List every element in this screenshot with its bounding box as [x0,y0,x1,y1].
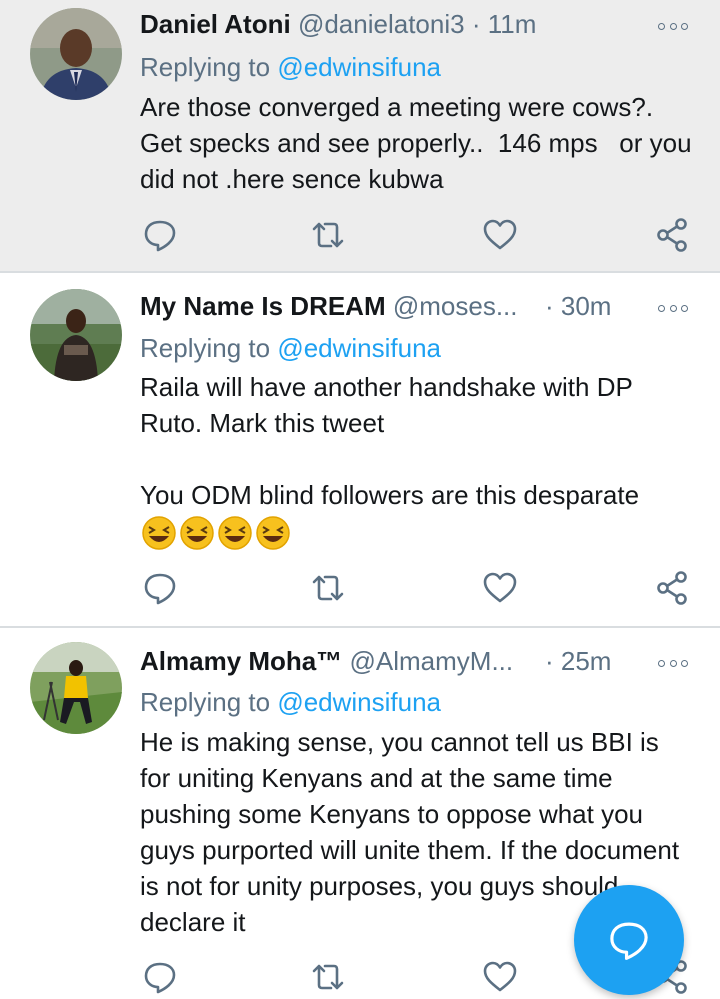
tweet-text: Raila will have another handshake with D… [140,372,640,510]
replying-to: Replying to @edwinsifuna [140,330,441,366]
retweet-icon[interactable] [310,217,346,253]
replying-prefix: Replying to [140,52,278,82]
tweet-actions [140,217,700,253]
tweet-2[interactable]: My Name Is DREAM @moses... · 30m Replyin… [0,273,720,626]
mention-link[interactable]: @edwinsifuna [277,687,441,717]
more-options-icon[interactable] [658,19,688,33]
tweet-1[interactable]: Daniel Atoni @danielatoni3 · 11m Replyin… [0,0,720,271]
timestamp[interactable]: · 11m [472,9,537,39]
replying-to: Replying to @edwinsifuna [140,49,441,85]
heart-icon[interactable] [482,959,518,995]
user-handle[interactable]: @moses... [393,291,518,321]
tweet-actions [140,570,700,606]
user-handle[interactable]: @danielatoni3 [298,9,465,39]
timestamp[interactable]: · 25m [545,643,611,679]
display-name[interactable]: Daniel Atoni [140,9,291,39]
replying-prefix: Replying to [140,687,278,717]
share-icon[interactable] [654,217,690,253]
heart-icon[interactable] [482,570,518,606]
share-icon[interactable] [654,570,690,606]
heart-icon[interactable] [482,217,518,253]
timestamp[interactable]: · 30m [545,288,611,324]
compose-reply-icon [610,922,648,960]
more-options-icon[interactable] [658,656,688,670]
display-name[interactable]: My Name Is DREAM [140,291,386,321]
compose-reply-button[interactable] [574,885,684,995]
tweet-header: Almamy Moha™ @AlmamyM... · 25m [140,643,700,679]
avatar[interactable] [30,289,122,381]
mention-link[interactable]: @edwinsifuna [277,333,441,363]
laughing-emoji-icon [256,516,290,550]
retweet-icon[interactable] [310,570,346,606]
laughing-emoji-icon [180,516,214,550]
avatar[interactable] [30,8,122,100]
avatar[interactable] [30,642,122,734]
more-options-icon[interactable] [658,301,688,315]
reply-icon[interactable] [142,570,178,606]
reply-icon[interactable] [142,959,178,995]
replying-to: Replying to @edwinsifuna [140,684,441,720]
reply-icon[interactable] [142,217,178,253]
tweet-header: Daniel Atoni @danielatoni3 · 11m [140,6,700,42]
replying-prefix: Replying to [140,333,278,363]
tweet-text: Are those converged a meeting were cows?… [140,92,699,194]
tweet-header: My Name Is DREAM @moses... · 30m [140,288,700,324]
display-name[interactable]: Almamy Moha™ [140,646,342,676]
emoji-row [140,514,292,554]
retweet-icon[interactable] [310,959,346,995]
laughing-emoji-icon [142,516,176,550]
user-handle[interactable]: @AlmamyM... [350,646,514,676]
laughing-emoji-icon [218,516,252,550]
mention-link[interactable]: @edwinsifuna [277,52,441,82]
